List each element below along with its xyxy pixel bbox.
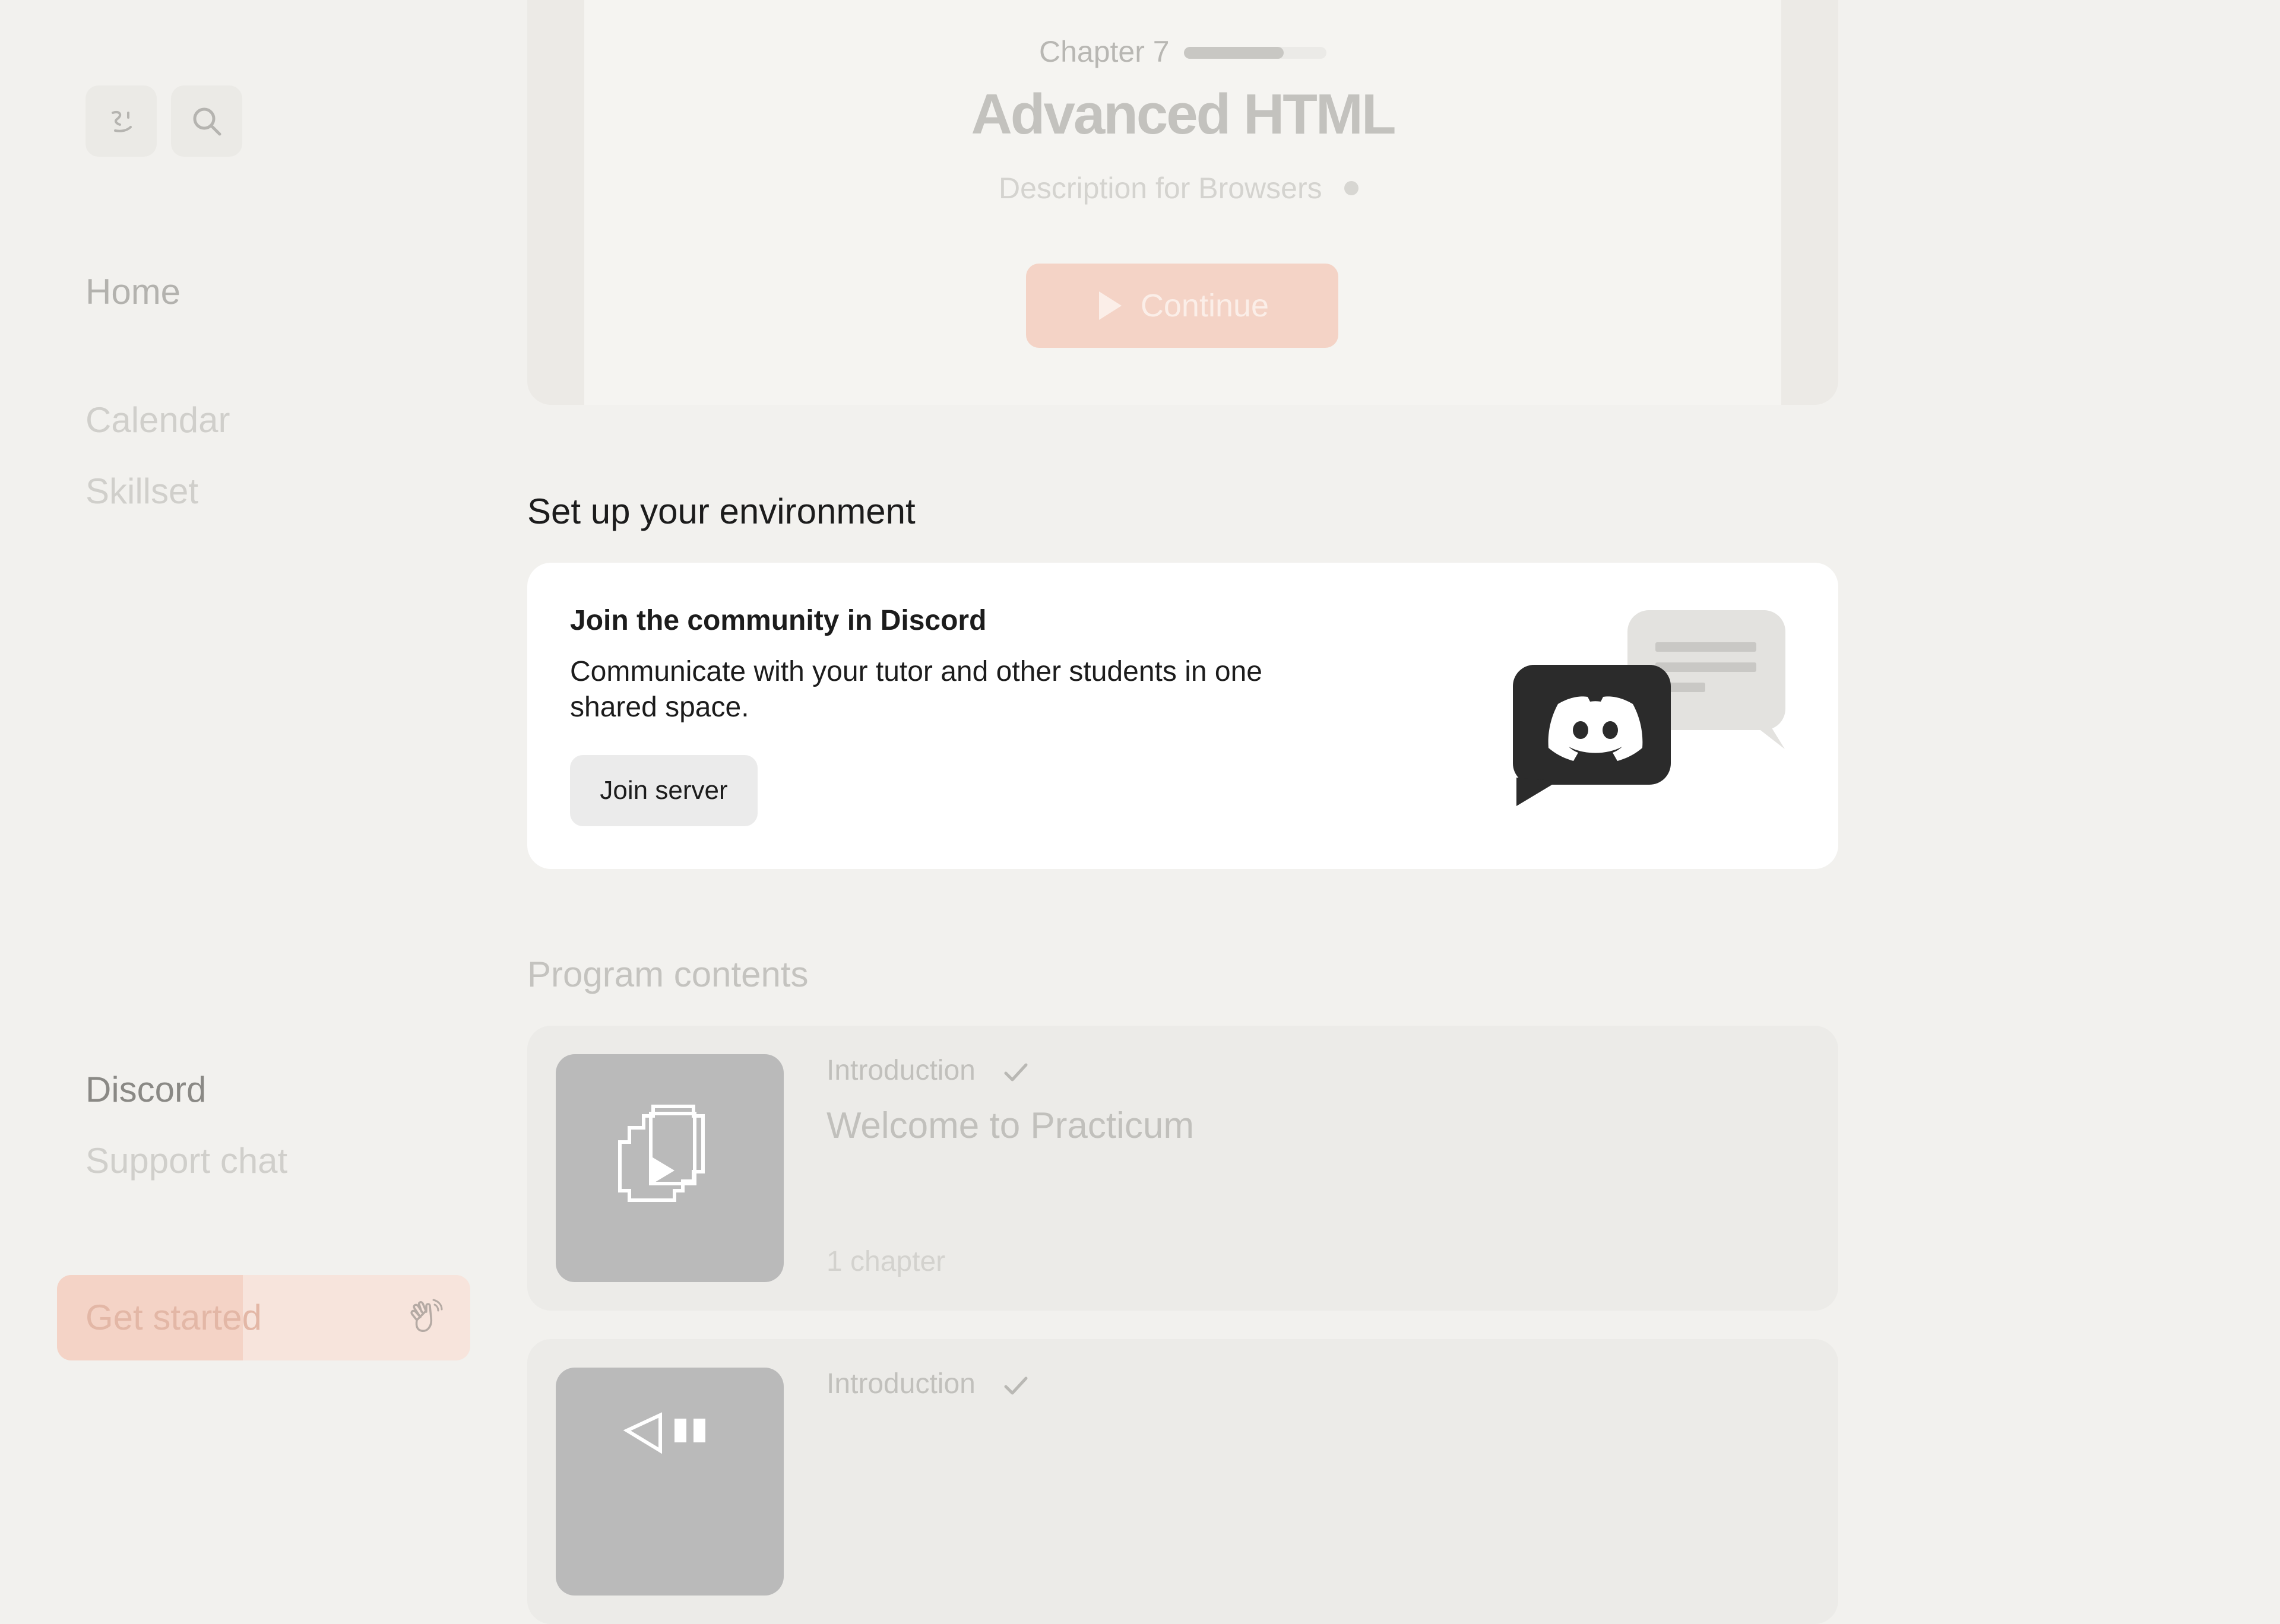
video-play-icon (618, 1105, 705, 1202)
discord-logo-icon (1548, 696, 1643, 761)
nav-discord[interactable]: Discord (86, 1072, 206, 1108)
continue-label: Continue (1140, 288, 1269, 323)
discord-card-description: Communicate with your tutor and other st… (570, 656, 1262, 723)
course-card[interactable]: Introduction (527, 1339, 1838, 1624)
course-thumbnail (556, 1054, 784, 1282)
chapter-progress-bar (1184, 47, 1326, 59)
get-started-button[interactable]: Get started (57, 1275, 470, 1360)
course-card[interactable]: Introduction Welcome to Practicum 1 chap… (527, 1026, 1838, 1311)
chapter-title: Advanced HTML (971, 83, 1396, 146)
status-dot (1344, 181, 1358, 195)
course-name: Welcome to Practicum (826, 1105, 1195, 1146)
course-thumbnail (556, 1368, 784, 1596)
program-section-title: Program contents (527, 954, 809, 994)
nav-skillset[interactable]: Skillset (86, 474, 198, 509)
check-icon (1004, 1063, 1028, 1081)
get-started-label: Get started (86, 1298, 262, 1337)
environment-section-title: Set up your environment (527, 491, 916, 531)
join-server-button[interactable]: Join server (570, 755, 758, 826)
discord-card-title: Join the community in Discord (570, 605, 987, 636)
play-icon (1098, 291, 1122, 320)
course-meta: 1 chapter (826, 1246, 946, 1277)
nav-support-chat[interactable]: Support chat (86, 1143, 287, 1179)
check-icon (1004, 1376, 1028, 1395)
waving-hand-icon (410, 1299, 443, 1332)
discord-chat-illustration (1513, 610, 1785, 806)
nav-calendar[interactable]: Calendar (86, 402, 230, 438)
course-tag: Introduction (826, 1368, 976, 1400)
discord-card: Join the community in Discord Communicat… (527, 563, 1838, 869)
continue-button[interactable]: Continue (1026, 264, 1338, 348)
chapter-description: Description for Browsers (999, 172, 1322, 205)
nav-home[interactable]: Home (86, 274, 180, 310)
course-tag: Introduction (826, 1055, 976, 1086)
chapter-progress-fill (1184, 47, 1284, 59)
chapter-label: Chapter 7 (1039, 35, 1170, 68)
document-icon (623, 1412, 705, 1454)
